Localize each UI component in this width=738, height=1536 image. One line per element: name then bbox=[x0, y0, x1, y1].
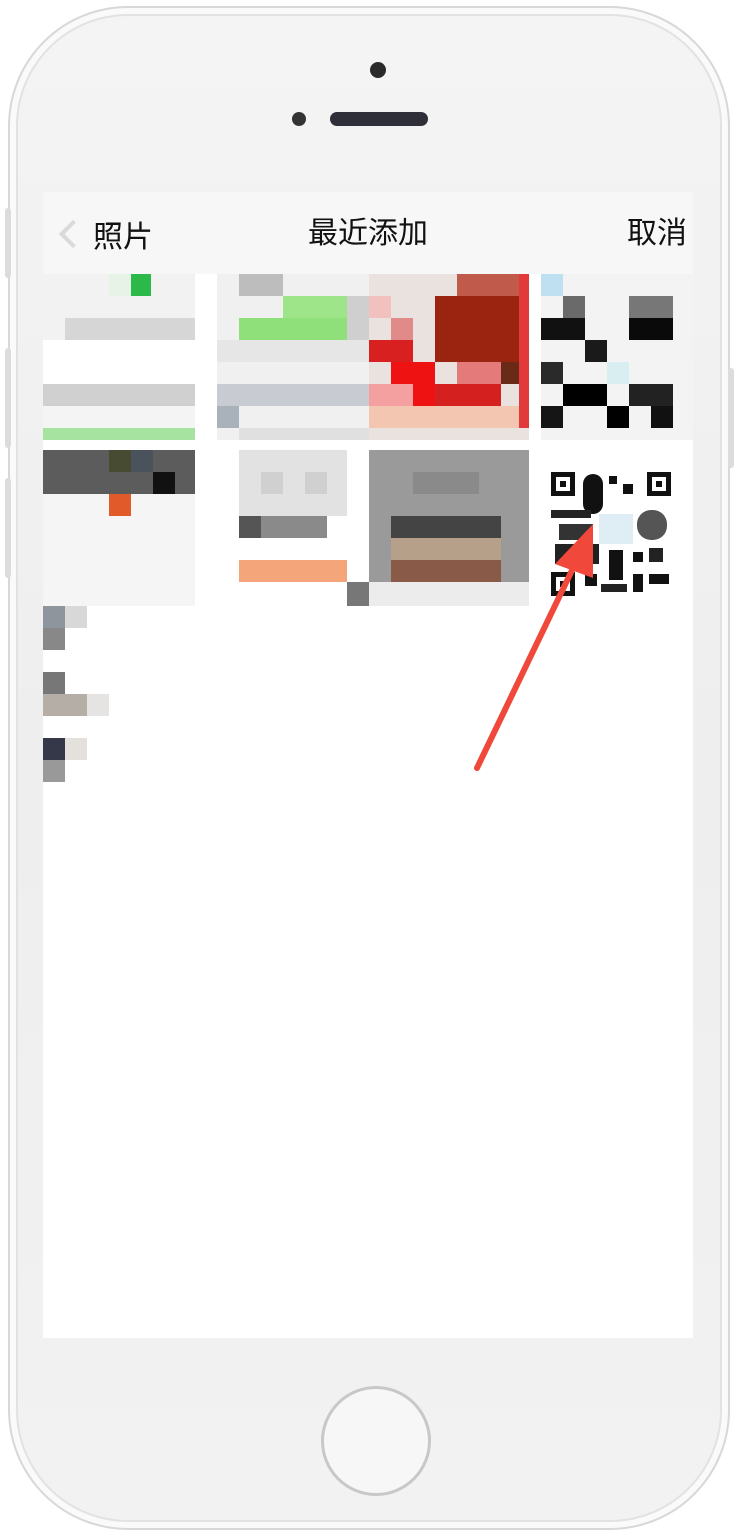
photo-thumbnail[interactable] bbox=[43, 450, 195, 606]
power-button bbox=[728, 368, 734, 468]
chevron-left-icon bbox=[58, 219, 88, 249]
proximity-sensor bbox=[292, 112, 306, 126]
volume-down-button bbox=[5, 478, 11, 578]
photo-grid bbox=[43, 274, 693, 834]
photo-thumbnail[interactable] bbox=[217, 450, 369, 606]
photo-thumbnail[interactable] bbox=[43, 274, 195, 440]
home-button[interactable] bbox=[321, 1386, 431, 1496]
photo-picker-screen: 照片 最近添加 取消 bbox=[43, 192, 693, 1338]
back-button-label: 照片 bbox=[93, 220, 153, 255]
photo-thumbnail[interactable] bbox=[43, 606, 195, 786]
cancel-button[interactable]: 取消 bbox=[627, 214, 687, 254]
photo-thumbnail[interactable] bbox=[369, 274, 529, 440]
volume-up-button bbox=[5, 348, 11, 448]
photo-thumbnail[interactable] bbox=[369, 450, 529, 606]
navigation-bar: 照片 最近添加 取消 bbox=[43, 192, 693, 274]
back-button[interactable]: 照片 bbox=[57, 214, 153, 255]
photo-thumbnail[interactable] bbox=[541, 274, 693, 440]
photo-thumbnail[interactable] bbox=[217, 274, 369, 440]
qr-code-thumbnail[interactable] bbox=[549, 470, 673, 598]
mute-switch bbox=[5, 208, 11, 278]
earpiece-speaker bbox=[330, 112, 428, 126]
front-camera bbox=[370, 62, 386, 78]
